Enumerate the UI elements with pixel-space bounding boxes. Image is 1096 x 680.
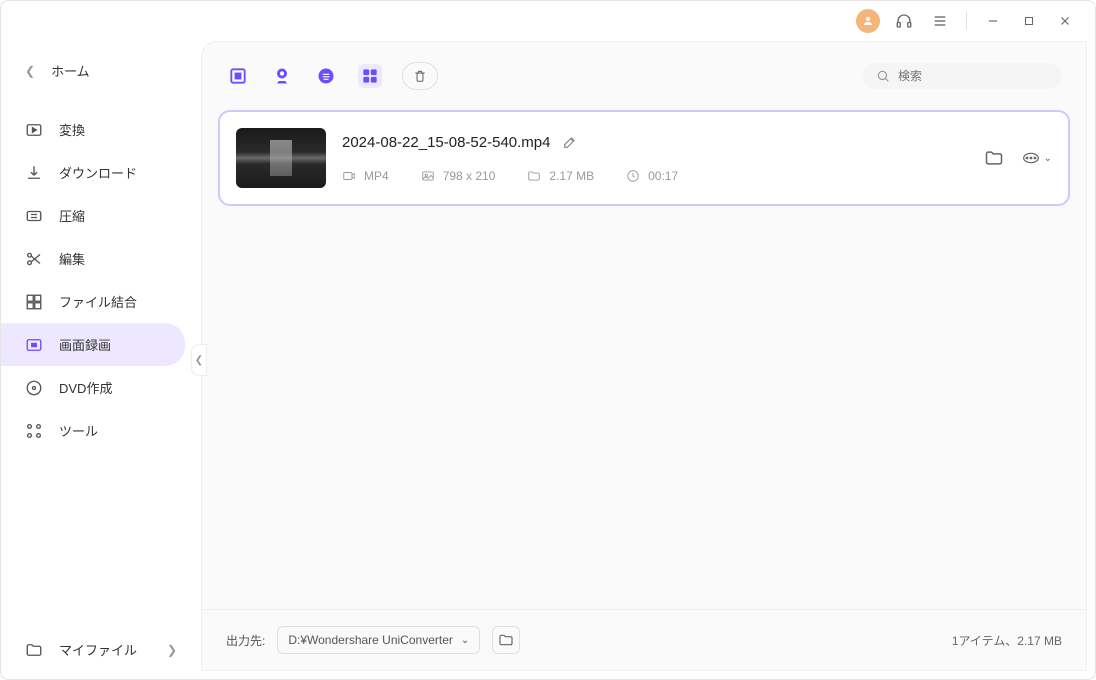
delete-button[interactable] [402,62,438,90]
sidebar-item-label: 編集 [59,249,85,268]
record-audio-icon[interactable] [314,64,338,88]
close-button[interactable] [1051,7,1079,35]
output-label: 出力先: [226,632,265,649]
chevron-down-icon: ⌄ [1044,153,1052,164]
compress-icon [25,207,43,225]
sidebar-item-convert[interactable]: 変換 [1,108,201,151]
file-size: 2.17 MB [527,169,594,183]
disc-icon [25,379,43,397]
convert-icon [25,121,43,139]
output-path-select[interactable]: D:¥Wondershare UniConverter ⌄ [277,626,480,654]
sidebar-item-edit[interactable]: 編集 [1,237,201,280]
scissors-icon [25,250,43,268]
maximize-button[interactable] [1015,7,1043,35]
chevron-down-icon: ⌄ [461,635,469,646]
sidebar: ❮ ホーム 変換 ダウンロード 圧縮 編集 ファイル結合 [1,41,201,679]
sidebar-item-merge[interactable]: ファイル結合 [1,280,201,323]
sidebar-item-record[interactable]: 画面録画 [1,323,185,366]
sidebar-item-tools[interactable]: ツール [1,409,201,452]
sidebar-item-label: 変換 [59,120,85,139]
sidebar-collapse-handle[interactable]: ❮ [191,344,207,376]
sidebar-item-label: 圧縮 [59,206,85,225]
sidebar-item-dvd[interactable]: DVD作成 [1,366,201,409]
file-resolution: 798 x 210 [421,169,496,183]
sidebar-item-label: ファイル結合 [59,292,137,311]
more-menu-button[interactable]: ⌄ [1020,150,1052,166]
open-output-folder-button[interactable] [492,626,520,654]
sidebar-item-label: ツール [59,421,98,440]
record-screen-icon[interactable] [226,64,250,88]
file-format: MP4 [342,169,389,183]
home-label: ホーム [51,61,90,80]
rename-icon[interactable] [562,134,578,150]
record-icon [25,336,43,354]
chevron-left-icon: ❮ [25,64,35,78]
chevron-right-icon: ❯ [167,643,177,657]
search-box[interactable] [862,63,1062,89]
file-thumbnail [236,128,326,188]
search-icon [876,69,890,83]
myfiles-label: マイファイル [59,640,137,659]
record-grid-icon[interactable] [358,64,382,88]
sidebar-item-compress[interactable]: 圧縮 [1,194,201,237]
sidebar-item-label: ダウンロード [59,163,137,182]
status-text: 1アイテム、2.17 MB [952,632,1062,649]
titlebar-divider [966,12,967,30]
menu-icon[interactable] [926,7,954,35]
headset-icon[interactable] [890,7,918,35]
home-button[interactable]: ❮ ホーム [1,49,201,92]
file-card[interactable]: 2024-08-22_15-08-52-540.mp4 MP4 798 x 21… [218,110,1070,206]
open-folder-icon[interactable] [984,148,1004,168]
myfiles-button[interactable]: マイファイル ❯ [1,628,201,671]
sidebar-item-label: 画面録画 [59,335,111,354]
download-icon [25,164,43,182]
record-webcam-icon[interactable] [270,64,294,88]
file-name: 2024-08-22_15-08-52-540.mp4 [342,134,550,151]
output-path-value: D:¥Wondershare UniConverter [288,633,453,647]
tools-icon [25,422,43,440]
user-avatar-icon[interactable] [854,7,882,35]
content-area: 2024-08-22_15-08-52-540.mp4 MP4 798 x 21… [201,41,1087,671]
sidebar-item-label: DVD作成 [59,378,112,397]
merge-icon [25,293,43,311]
folder-icon [25,641,43,659]
file-duration: 00:17 [626,169,678,183]
search-input[interactable] [898,69,1053,83]
minimize-button[interactable] [979,7,1007,35]
sidebar-item-download[interactable]: ダウンロード [1,151,201,194]
